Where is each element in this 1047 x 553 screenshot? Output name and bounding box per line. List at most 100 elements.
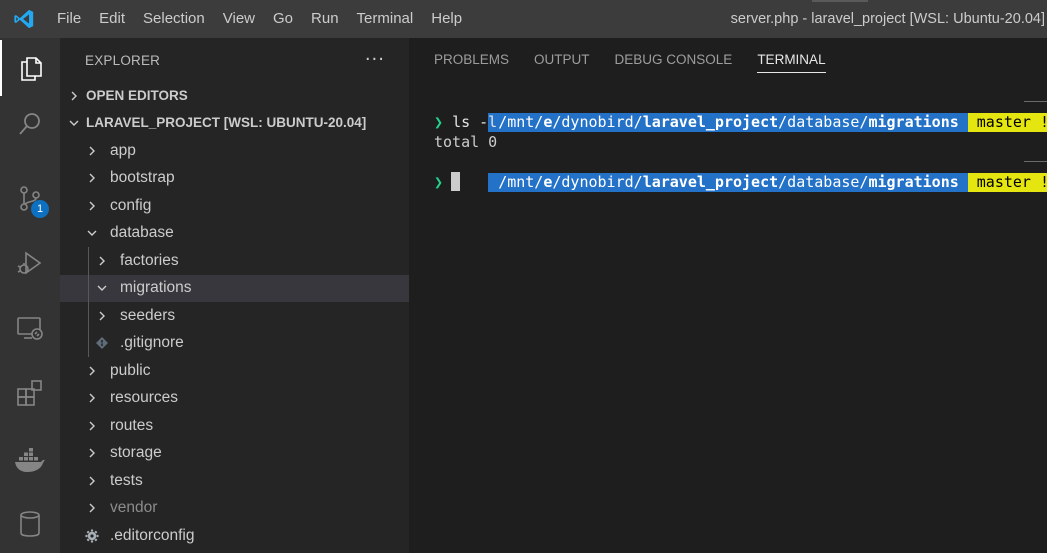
prompt-line: /mnt/e/dynobird/laravel_project/database… — [434, 152, 1047, 192]
explorer-title: EXPLORER — [85, 52, 161, 68]
git-file-icon — [94, 335, 110, 351]
panel: PROBLEMS OUTPUT DEBUG CONSOLE TERMINAL /mnt… — [409, 38, 1047, 553]
title-bar: File Edit Selection View Go Run Terminal Help s… — [0, 0, 1047, 38]
tab-debug-console[interactable]: DEBUG CONSOLE — [615, 38, 733, 82]
output-line: total 0 — [434, 133, 498, 151]
tree-item-seeders[interactable]: seeders — [60, 302, 409, 330]
tree-item-label: database — [110, 224, 174, 242]
menu-selection[interactable]: Selection — [134, 0, 214, 38]
tree-item-tests[interactable]: tests — [60, 467, 409, 495]
chevron-down-icon — [94, 280, 110, 296]
tree-item-label: migrations — [120, 279, 192, 297]
explorer-header: EXPLORER ··· — [60, 38, 409, 82]
menu-run[interactable]: Run — [302, 0, 348, 38]
chevron-down-icon — [66, 115, 82, 131]
tree-item-bootstrap[interactable]: bootstrap — [60, 165, 409, 193]
tree-item-factories[interactable]: factories — [60, 247, 409, 275]
chevron-right-icon — [94, 308, 110, 324]
tree-item-label: factories — [120, 251, 179, 269]
tree-item-label: resources — [110, 389, 179, 407]
menu-bar: File Edit Selection View Go Run Terminal Help — [48, 0, 471, 38]
tree-item-label: app — [110, 141, 136, 159]
chevron-right-icon — [94, 253, 110, 269]
tree-item-migrations[interactable]: migrations — [60, 274, 409, 302]
panel-tabs: PROBLEMS OUTPUT DEBUG CONSOLE TERMINAL — [409, 38, 1047, 82]
tree-item-public[interactable]: public — [60, 357, 409, 385]
tree-item-label: config — [110, 196, 152, 214]
search-icon[interactable] — [0, 96, 60, 152]
tree-item-label: routes — [110, 416, 154, 434]
vscode-logo-icon[interactable] — [0, 0, 48, 38]
chevron-right-icon — [84, 170, 100, 186]
terminal[interactable]: /mnt/e/dynobird/laravel_project/database… — [434, 92, 1047, 192]
tree-item-app[interactable]: app — [60, 137, 409, 165]
tree-item-label: storage — [110, 444, 162, 462]
prompt-line: /mnt/e/dynobird/laravel_project/database… — [434, 92, 1047, 132]
tab-problems[interactable]: PROBLEMS — [434, 38, 509, 82]
chevron-right-icon — [84, 143, 100, 159]
prompt-symbol: ❯ — [434, 173, 444, 191]
project-label: LARAVEL_PROJECT [WSL: UBUNTU-20.04] — [86, 115, 367, 130]
tree-item-routes[interactable]: routes — [60, 412, 409, 440]
prompt-rule — [1024, 101, 1047, 102]
chevron-right-icon — [84, 363, 100, 379]
indent-guide — [88, 247, 89, 275]
remote-explorer-icon[interactable] — [0, 300, 60, 356]
prompt-symbol: ❯ — [434, 113, 444, 131]
menu-file[interactable]: File — [48, 0, 90, 38]
more-actions-button[interactable]: ··· — [365, 51, 385, 69]
menu-view[interactable]: View — [214, 0, 264, 38]
chevron-right-icon — [84, 390, 100, 406]
prompt-rule — [1024, 161, 1047, 162]
explorer-sidebar: EXPLORER ··· OPEN EDITORS LARAVEL_PROJEC… — [60, 38, 409, 553]
chevron-right-icon — [84, 418, 100, 434]
file-tree: app bootstrap config database factories migra… — [60, 137, 409, 550]
command-line: ❯ ls -l — [434, 112, 1047, 132]
explorer-icon[interactable] — [0, 40, 60, 96]
indent-guide — [88, 302, 89, 330]
tree-item-label: seeders — [120, 306, 176, 324]
tree-item-label: .gitignore — [120, 334, 184, 352]
gear-icon — [84, 528, 100, 544]
menu-go[interactable]: Go — [264, 0, 302, 38]
tree-item-editorconfig[interactable]: .editorconfig — [60, 522, 409, 550]
chevron-right-icon — [66, 88, 82, 104]
terminal-cursor — [451, 172, 461, 191]
docker-icon[interactable] — [0, 432, 60, 488]
tree-item-config[interactable]: config — [60, 192, 409, 220]
input-line[interactable]: ❯ — [434, 172, 1047, 192]
project-section[interactable]: LARAVEL_PROJECT [WSL: UBUNTU-20.04] — [60, 109, 409, 136]
extensions-icon[interactable] — [0, 365, 60, 421]
scm-badge: 1 — [31, 200, 49, 218]
menu-help[interactable]: Help — [422, 0, 471, 38]
run-debug-icon[interactable] — [0, 235, 60, 291]
indent-guide — [88, 329, 89, 357]
chevron-right-icon — [84, 500, 100, 516]
tree-item-gitignore[interactable]: .gitignore — [60, 329, 409, 357]
source-control-icon[interactable] — [0, 170, 60, 226]
tree-item-label: bootstrap — [110, 169, 175, 187]
open-editors-section[interactable]: OPEN EDITORS — [60, 82, 409, 109]
activity-bar: 1 — [0, 38, 60, 553]
chevron-right-icon — [84, 198, 100, 214]
tree-item-resources[interactable]: resources — [60, 385, 409, 413]
tree-item-storage[interactable]: storage — [60, 440, 409, 468]
tab-output[interactable]: OUTPUT — [534, 38, 590, 82]
chevron-right-icon — [84, 445, 100, 461]
window-title: server.php - laravel_project [WSL: Ubunt… — [730, 11, 1045, 27]
tab-terminal[interactable]: TERMINAL — [757, 38, 826, 82]
chevron-right-icon — [84, 473, 100, 489]
tree-item-label: vendor — [110, 499, 158, 517]
open-editors-label: OPEN EDITORS — [86, 88, 188, 103]
menu-terminal[interactable]: Terminal — [348, 0, 423, 38]
tree-item-label: public — [110, 361, 151, 379]
tree-item-vendor[interactable]: vendor — [60, 495, 409, 523]
tree-item-label: .editorconfig — [110, 526, 195, 544]
chevron-down-icon — [84, 225, 100, 241]
indent-guide — [88, 274, 89, 302]
menu-edit[interactable]: Edit — [90, 0, 134, 38]
tree-item-label: tests — [110, 471, 143, 489]
tree-item-database[interactable]: database — [60, 220, 409, 248]
database-icon[interactable] — [0, 496, 60, 552]
command-text: ls -l — [452, 113, 498, 131]
